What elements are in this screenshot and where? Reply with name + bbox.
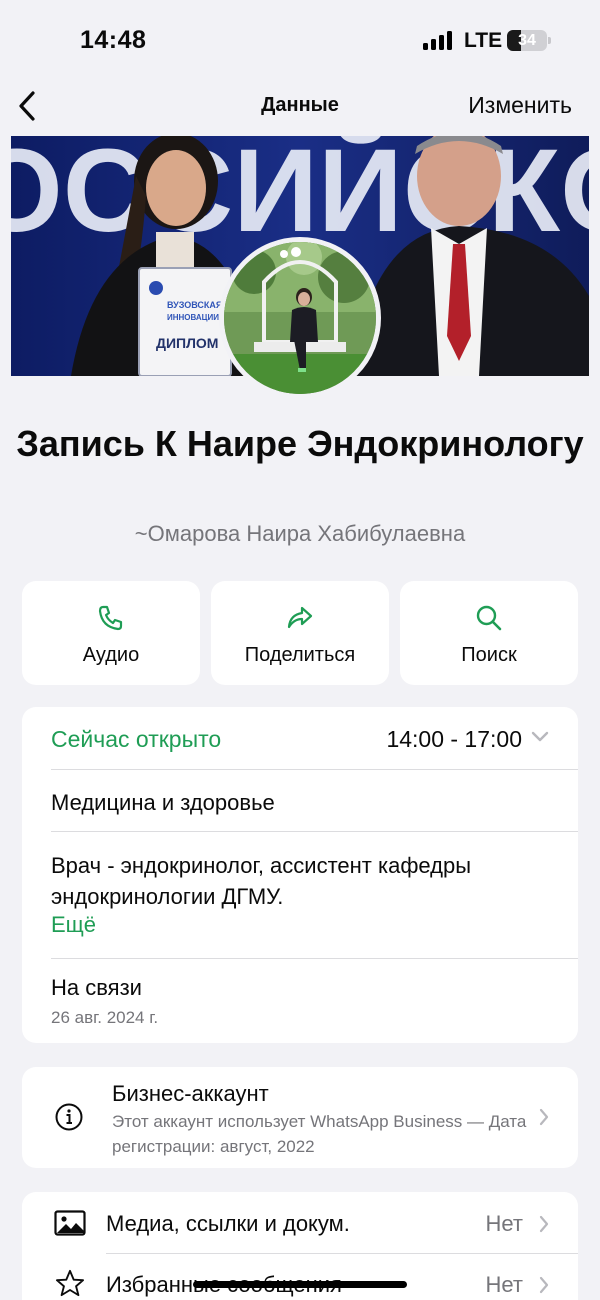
signal-icon: [423, 31, 455, 50]
starred-messages-value: Нет: [485, 1272, 523, 1297]
share-icon: [287, 606, 313, 629]
certificate-label: ДИПЛОМ: [156, 335, 218, 351]
status-bar: 14:48 LTE 34: [0, 0, 600, 80]
chevron-right-icon: [539, 1276, 549, 1294]
network-type: LTE: [464, 29, 503, 52]
info-icon: [55, 1103, 83, 1131]
search-button[interactable]: Поиск: [400, 581, 578, 685]
business-account-title: Бизнес-аккаунт: [112, 1081, 269, 1106]
certificate-image: ВУЗОВСКАЯ ИННОВАЦИИ ДИПЛОМ: [138, 267, 232, 376]
audio-call-label: Аудио: [82, 644, 140, 666]
avatar[interactable]: [219, 237, 381, 399]
chevron-down-icon[interactable]: [530, 730, 550, 744]
divider: [106, 1253, 578, 1254]
audio-call-button[interactable]: Аудио: [22, 581, 200, 685]
profile-name: Запись К Наире Эндокринологу: [16, 423, 584, 464]
divider: [51, 831, 578, 832]
share-button[interactable]: Поделиться: [211, 581, 389, 685]
photo-icon: [54, 1210, 86, 1236]
open-status: Сейчас открыто: [51, 726, 222, 752]
business-description: Врач - эндокринолог, ассистент кафедры э…: [51, 853, 472, 909]
phone-icon: [98, 605, 123, 631]
divider: [51, 769, 578, 770]
business-hours: 14:00 - 17:00: [386, 726, 522, 752]
online-date: 26 авг. 2024 г.: [51, 1008, 159, 1027]
more-link[interactable]: Ещё: [51, 912, 96, 938]
media-links-docs-label: Медиа, ссылки и докум.: [106, 1211, 350, 1236]
battery-cap: [548, 37, 551, 44]
business-category: Медицина и здоровье: [51, 790, 275, 815]
online-label: На связи: [51, 975, 142, 1000]
chevron-right-icon: [539, 1108, 549, 1126]
battery-icon: 34: [507, 30, 547, 51]
star-icon: [56, 1269, 84, 1297]
home-indicator[interactable]: [193, 1281, 407, 1288]
share-label: Поделиться: [244, 644, 356, 666]
business-info-card: Сейчас открыто 14:00 - 17:00 Медицина и …: [22, 707, 578, 1043]
search-label: Поиск: [461, 644, 517, 666]
divider: [51, 958, 578, 959]
action-buttons: Аудио Поделиться Поиск: [22, 581, 578, 685]
certificate-line1: ВУЗОВСКАЯ: [167, 300, 222, 310]
status-time: 14:48: [80, 26, 147, 54]
edit-button[interactable]: Изменить: [468, 92, 572, 119]
business-account-row[interactable]: Бизнес-аккаунт Этот аккаунт использует W…: [22, 1067, 578, 1168]
media-links-docs-value: Нет: [485, 1211, 523, 1236]
business-account-text: Этот аккаунт использует WhatsApp Busines…: [112, 1112, 527, 1156]
battery-percent: 34: [518, 32, 536, 49]
profile-subtitle: ~Омарова Наира Хабибулаевна: [134, 521, 466, 546]
search-icon: [476, 605, 502, 631]
certificate-line2: ИННОВАЦИИ: [167, 313, 219, 322]
chevron-right-icon: [539, 1215, 549, 1233]
